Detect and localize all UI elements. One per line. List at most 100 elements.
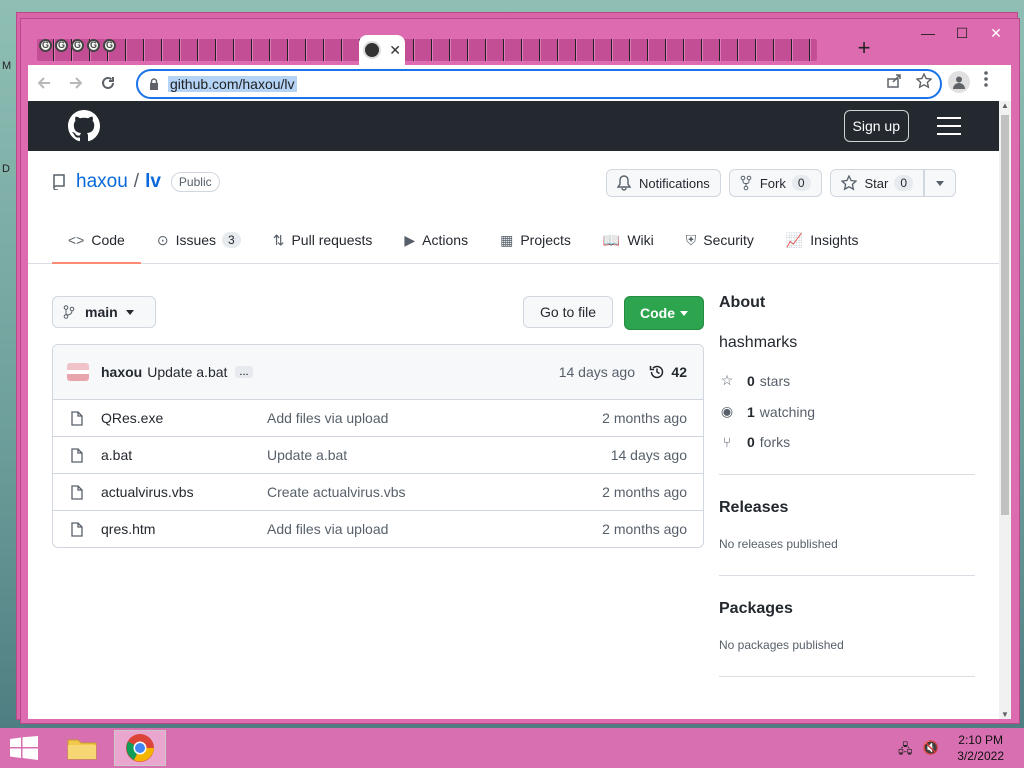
star-button-group: Star 0 — [829, 169, 957, 197]
file-name-link[interactable]: a.bat — [101, 447, 132, 463]
share-icon[interactable] — [886, 73, 902, 89]
lock-icon[interactable] — [148, 78, 160, 90]
go-to-file-button[interactable]: Go to file — [523, 296, 614, 328]
tab-projects[interactable]: ▦ Projects — [484, 217, 587, 263]
system-tray: 🖧 🔇 — [898, 740, 939, 762]
tab-wiki[interactable]: 📖 Wiki — [587, 217, 670, 263]
close-window-button[interactable]: ✕ — [979, 21, 1013, 45]
scroll-down-icon[interactable]: ▼ — [1001, 710, 1009, 719]
bookmark-star-icon[interactable] — [916, 73, 932, 89]
table-row: actualvirus.vbs Create actualvirus.vbs 2… — [53, 474, 703, 511]
file-commit-link[interactable]: Add files via upload — [267, 521, 388, 537]
watching-link[interactable]: ◉ 1 watching — [719, 403, 975, 420]
tab-strip: G G G G G ✕ + — [31, 33, 971, 65]
collapsed-tabs[interactable] — [37, 39, 817, 61]
stars-link[interactable]: ☆ 0 stars — [719, 372, 975, 389]
chrome-icon — [126, 734, 154, 762]
repo-header: haxou / lv Public Notifications Fork 0 S… — [28, 151, 999, 264]
file-name-link[interactable]: QRes.exe — [101, 410, 163, 426]
google-icon[interactable]: G — [71, 39, 84, 52]
file-name-link[interactable]: qres.htm — [101, 521, 155, 537]
commit-expand-button[interactable]: ... — [235, 366, 253, 378]
reload-button[interactable] — [92, 67, 124, 99]
caret-down-icon — [125, 309, 134, 315]
new-tab-button[interactable]: + — [849, 33, 879, 63]
git-branch-icon — [63, 305, 75, 319]
file-commit-link[interactable]: Create actualvirus.vbs — [267, 484, 406, 500]
clock-date: 3/2/2022 — [957, 749, 1004, 763]
back-button[interactable] — [28, 67, 60, 99]
issues-count: 3 — [222, 232, 241, 248]
scrollbar-thumb[interactable] — [1001, 115, 1009, 515]
repo-name-link[interactable]: lv — [145, 171, 161, 193]
browser-window: — ☐ ✕ G G G G G ✕ + github.com/haxou/lv — [20, 18, 1020, 724]
arrow-right-icon — [70, 77, 83, 89]
chrome-taskbar-button[interactable] — [114, 730, 166, 766]
sign-up-button[interactable]: Sign up — [843, 110, 909, 142]
tab-code[interactable]: <> Code — [52, 217, 141, 264]
taskbar-clock[interactable]: 2:10 PM 3/2/2022 — [957, 732, 1004, 764]
branch-select-button[interactable]: main — [52, 296, 156, 328]
taskbar: 🖧 🔇 2:10 PM 3/2/2022 — [0, 728, 1024, 768]
tab-pull-requests[interactable]: ⇅ Pull requests — [257, 217, 389, 263]
code-download-button[interactable]: Code — [624, 296, 704, 330]
google-icon[interactable]: G — [55, 39, 68, 52]
clock-time: 2:10 PM — [958, 733, 1003, 747]
menu-hamburger-icon[interactable] — [937, 117, 961, 135]
packages-heading[interactable]: Packages — [719, 600, 975, 618]
stars-count: 0 — [747, 372, 755, 389]
address-bar[interactable]: github.com/haxou/lv — [136, 69, 942, 99]
commit-time[interactable]: 14 days ago — [559, 364, 635, 380]
star-button[interactable]: Star 0 — [829, 169, 925, 197]
tab-close-icon[interactable]: ✕ — [389, 42, 401, 59]
forward-button[interactable] — [60, 67, 92, 99]
commit-message-link[interactable]: Update a.bat — [147, 364, 227, 380]
google-icon[interactable]: G — [39, 39, 52, 52]
desktop-edge-letter: D — [2, 163, 10, 175]
tab-issues[interactable]: ⊙ Issues 3 — [141, 217, 257, 263]
url-text[interactable]: github.com/haxou/lv — [168, 76, 297, 92]
watching-count: 1 — [747, 403, 755, 420]
commit-history-link[interactable]: 42 — [649, 364, 687, 380]
active-tab[interactable]: ✕ — [359, 35, 405, 65]
tab-actions[interactable]: ▶ Actions — [388, 217, 484, 263]
pull-request-icon: ⇅ — [272, 231, 285, 248]
repo-owner-link[interactable]: haxou — [76, 171, 128, 193]
windows-start-icon[interactable] — [10, 736, 38, 760]
repo-tabs: <> Code ⊙ Issues 3 ⇅ Pull requests ▶ Act… — [52, 217, 875, 264]
tab-insights[interactable]: 📈 Insights — [770, 217, 875, 263]
more-vertical-icon — [984, 71, 988, 87]
profile-button[interactable] — [948, 71, 970, 93]
google-icon[interactable]: G — [103, 39, 116, 52]
tab-security[interactable]: ⛨ Security — [670, 217, 770, 263]
notifications-button[interactable]: Notifications — [606, 169, 721, 197]
github-header: Sign up — [28, 101, 999, 151]
repo-actions: Notifications Fork 0 Star 0 — [606, 169, 957, 197]
releases-heading[interactable]: Releases — [719, 499, 975, 517]
github-logo-icon[interactable] — [68, 110, 100, 142]
commit-author-link[interactable]: haxou — [101, 364, 142, 380]
browser-menu-button[interactable] — [984, 71, 988, 92]
google-icon[interactable]: G — [87, 39, 100, 52]
file-commit-link[interactable]: Update a.bat — [267, 447, 347, 463]
caret-down-icon — [680, 310, 688, 316]
visibility-badge: Public — [170, 172, 220, 192]
page-scrollbar[interactable]: ▲ ▼ — [999, 101, 1011, 719]
avatar[interactable] — [67, 363, 89, 381]
file-commit-link[interactable]: Add files via upload — [267, 410, 388, 426]
network-icon[interactable]: 🖧 — [898, 740, 913, 762]
packages-text: No packages published — [719, 638, 844, 652]
code-icon: <> — [68, 232, 85, 248]
forks-link[interactable]: ⑂ 0 forks — [719, 434, 975, 450]
file-icon — [71, 521, 83, 537]
volume-muted-icon[interactable]: 🔇 — [923, 740, 939, 762]
file-time: 14 days ago — [610, 447, 687, 463]
file-name-link[interactable]: actualvirus.vbs — [101, 484, 194, 500]
file-explorer-taskbar-button[interactable] — [56, 730, 108, 766]
scroll-up-icon[interactable]: ▲ — [1001, 101, 1009, 110]
tab-label: Projects — [520, 232, 571, 248]
star-dropdown-button[interactable] — [924, 169, 957, 197]
fork-label: Fork — [759, 175, 786, 191]
fork-button[interactable]: Fork 0 — [728, 169, 822, 197]
shield-icon: ⛨ — [685, 231, 697, 248]
